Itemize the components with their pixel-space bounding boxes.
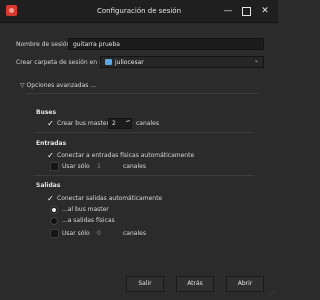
spin-arrows-icon: ▴▾ [125,118,130,123]
output-master-bus-radio[interactable] [50,206,58,214]
outputs-use-only-value[interactable]: 0 [97,230,101,237]
output-physical-label: ...a salidas físicas [62,217,115,224]
window-title: Configuración de sesión [96,7,182,15]
open-button[interactable]: Abrir [226,276,264,292]
session-name-input[interactable]: guitarra prueba [68,38,264,50]
advanced-options-label: Opciones avanzadas ... [26,82,97,89]
minimize-icon[interactable]: — [222,5,234,17]
close-icon[interactable]: ✕ [259,5,271,17]
auto-connect-outputs-label: Conectar salidas automáticamente [57,195,163,202]
advanced-options-expander[interactable]: ▽ Opciones avanzadas ... [20,82,96,89]
outputs-use-only-label: Usar sólo [62,230,90,237]
resize-grip-icon[interactable]: ⋰ [269,290,275,297]
auto-connect-inputs-checkbox[interactable]: ✓ [46,151,55,160]
output-master-bus-label: ...al bus master [62,206,109,213]
session-folder-value: juliocesar [115,59,144,66]
session-name-label: Nombre de sesión: [16,41,73,48]
inputs-use-only-value[interactable]: 1 [97,163,101,170]
back-button[interactable]: Atrás [176,276,214,292]
chevron-down-icon: ⌄ [253,57,259,64]
title-bar: Configuración de sesión — ✕ [0,0,278,23]
auto-connect-inputs-label: Conectar a entradas físicas automáticame… [57,152,195,159]
buses-title: Buses [36,109,57,116]
quit-button[interactable]: Salir [126,276,164,292]
outputs-title: Salidas [36,182,61,189]
expander-arrow-icon: ▽ [20,82,25,89]
inputs-use-only-checkbox[interactable] [50,162,59,171]
session-folder-select[interactable]: juliocesar ⌄ [100,56,264,68]
master-channels-value: 2 [112,120,116,127]
create-master-bus-label: Crear bus master [57,120,110,127]
create-master-bus-checkbox[interactable]: ✓ [46,119,55,128]
master-channels-spinner[interactable]: 2 ▴▾ [108,118,132,129]
divider [34,132,254,133]
auto-connect-outputs-checkbox[interactable]: ✓ [46,194,55,203]
session-folder-label: Crear carpeta de sesión en : [16,59,101,66]
session-name-value: guitarra prueba [73,41,120,48]
master-channels-label: canales [136,120,159,127]
outputs-channels-label: canales [123,230,146,237]
folder-icon [105,59,112,65]
maximize-icon[interactable] [240,5,252,17]
divider [34,175,254,176]
output-physical-radio[interactable] [50,217,58,225]
inputs-use-only-label: Usar sólo [62,163,90,170]
outputs-use-only-checkbox[interactable] [50,229,59,238]
inputs-title: Entradas [36,140,67,147]
inputs-channels-label: canales [123,163,146,170]
